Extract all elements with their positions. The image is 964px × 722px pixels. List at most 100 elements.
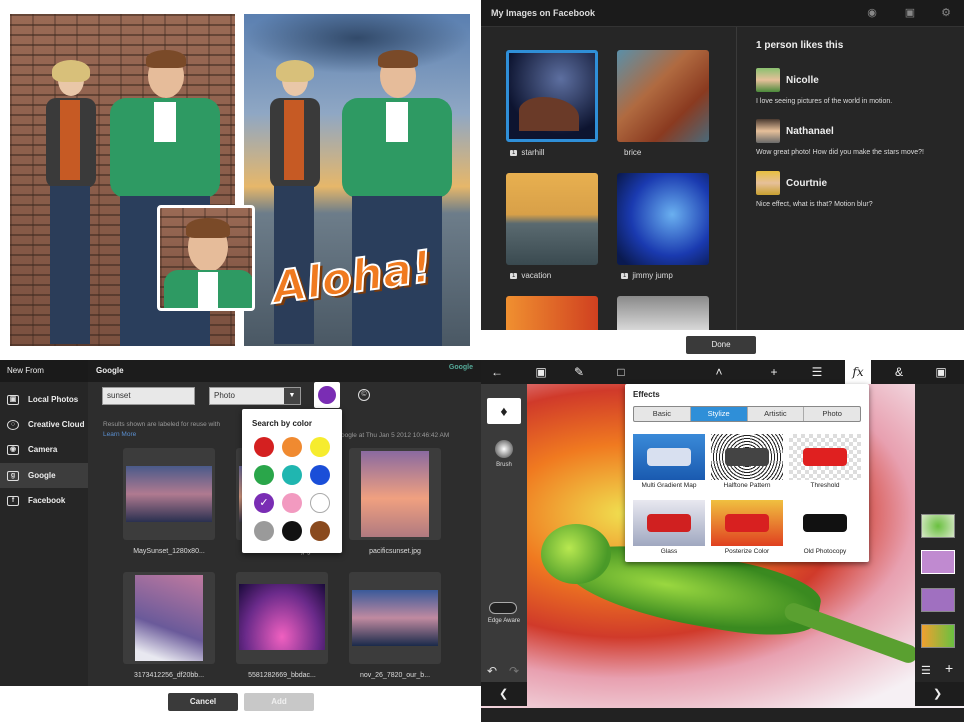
photo-thumb[interactable]: [617, 50, 709, 142]
result-thumb[interactable]: [349, 572, 441, 664]
layer-thumb[interactable]: [921, 550, 955, 574]
photo-name: vacation: [521, 271, 552, 280]
settings-icon[interactable]: ⚙: [939, 6, 953, 20]
effect-label: Threshold: [810, 482, 840, 489]
effect-thumb[interactable]: [633, 500, 705, 546]
layers-icon[interactable]: ☰: [921, 664, 931, 677]
done-button[interactable]: Done: [686, 336, 756, 354]
search-by-color-popup: Search by color ✓: [242, 409, 342, 553]
license-icon[interactable]: ©: [358, 389, 370, 401]
result-thumb[interactable]: [236, 572, 328, 664]
sidebar-item-label: Facebook: [28, 496, 66, 505]
cancel-button[interactable]: Cancel: [168, 693, 238, 711]
photo-thumb[interactable]: [506, 50, 598, 142]
photo-label: 1 jimmy jump: [621, 271, 673, 280]
type-select[interactable]: Photo ▼: [209, 387, 301, 405]
color-swatch-gray[interactable]: [254, 521, 274, 541]
effect-thumb[interactable]: [711, 500, 783, 546]
sidebar-item-creative-cloud[interactable]: ○ Creative Cloud: [0, 412, 88, 437]
pencil-icon[interactable]: ✎: [571, 364, 587, 380]
photo-thumb[interactable]: [506, 173, 598, 265]
photo-thumb[interactable]: [506, 296, 598, 330]
comment-text: I love seeing pictures of the world in m…: [756, 98, 893, 105]
brush-panel: ♦ Brush Edge Aware ↶ ↷: [481, 384, 527, 682]
dialog-footer: Cancel Add: [0, 686, 481, 722]
search-header: Google Google: [88, 360, 481, 382]
photo-name: jimmy jump: [632, 271, 673, 280]
chevron-right-icon[interactable]: ❯: [933, 687, 942, 700]
effect-thumb[interactable]: [789, 500, 861, 546]
add-icon[interactable]: +: [766, 364, 782, 380]
comment-text: Nice effect, what is that? Motion blur?: [756, 201, 873, 208]
eraser-icon: ♦: [500, 403, 508, 419]
brush-tool-button[interactable]: ♦: [487, 398, 521, 424]
color-swatch-white[interactable]: [310, 493, 330, 513]
type-select-value: Photo: [214, 391, 235, 400]
back-arrow-icon[interactable]: ←: [489, 364, 505, 380]
fx-label: fx: [852, 365, 864, 379]
color-swatch-yellow[interactable]: [310, 437, 330, 457]
sidebar-item-label: Creative Cloud: [28, 420, 85, 429]
sidebar-item-google[interactable]: g Google: [0, 463, 88, 488]
chameleon-head: [541, 524, 611, 584]
sunset-beach-photo: Aloha!: [244, 14, 470, 346]
layer-thumb[interactable]: [921, 624, 955, 648]
new-from-panel: New From ▣ Local Photos ○ Creative Cloud ◉…: [0, 360, 481, 722]
color-swatch-teal[interactable]: [282, 465, 302, 485]
add-image-icon[interactable]: ▣: [533, 364, 549, 380]
editor-toolbar: ← ▣ ✎ □ ˄ + ☰ fx & ▣: [481, 360, 964, 384]
result-thumb[interactable]: [123, 448, 215, 540]
search-title: Google: [96, 366, 124, 375]
color-swatch-green[interactable]: [254, 465, 274, 485]
color-swatch-brown[interactable]: [310, 521, 330, 541]
adjust-icon[interactable]: ☰: [809, 364, 825, 380]
photo-thumb[interactable]: [617, 173, 709, 265]
chevron-left-icon[interactable]: ❮: [499, 687, 508, 700]
tab-photo[interactable]: Photo: [804, 407, 860, 421]
chevron-up-icon[interactable]: ˄: [711, 364, 727, 380]
sidebar-item-facebook[interactable]: f Facebook: [0, 488, 88, 513]
tab-stylize[interactable]: Stylize: [690, 407, 748, 421]
ampersand-icon[interactable]: &: [891, 364, 907, 380]
add-layer-icon[interactable]: +: [945, 660, 953, 676]
comment-icon[interactable]: ◉: [865, 6, 879, 20]
effect-thumb[interactable]: [633, 434, 705, 480]
effect-thumb[interactable]: [789, 434, 861, 480]
cloud-icon: ○: [7, 419, 19, 430]
chevron-down-icon: ▼: [284, 388, 300, 404]
sidebar-item-local-photos[interactable]: ▣ Local Photos: [0, 387, 88, 412]
learn-more-link[interactable]: Learn More: [103, 431, 136, 438]
brush-size-icon[interactable]: [495, 440, 513, 458]
color-swatch-orange[interactable]: [282, 437, 302, 457]
color-swatch-blue[interactable]: [310, 465, 330, 485]
trash-icon[interactable]: ▣: [903, 6, 917, 20]
result-note: Results shown are labeled for reuse with: [103, 421, 221, 428]
effect-thumb[interactable]: [711, 434, 783, 480]
color-swatch-purple[interactable]: ✓: [254, 493, 274, 513]
color-swatch-red[interactable]: [254, 437, 274, 457]
undo-icon[interactable]: ↶: [487, 664, 497, 678]
tab-basic[interactable]: Basic: [634, 407, 691, 421]
selection-icon[interactable]: □: [613, 364, 629, 380]
edge-aware-toggle[interactable]: [489, 602, 517, 614]
layer-thumb[interactable]: [921, 588, 955, 612]
effect-label: Posterize Color: [724, 548, 770, 555]
google-logo: Google: [448, 364, 473, 371]
color-swatch-pink[interactable]: [282, 493, 302, 513]
fx-icon[interactable]: fx: [845, 360, 871, 384]
sidebar-item-camera[interactable]: ◉ Camera: [0, 437, 88, 462]
color-filter-button[interactable]: [314, 382, 340, 408]
edge-aware-label: Edge Aware: [487, 618, 521, 624]
add-button[interactable]: Add: [244, 693, 314, 711]
fullscreen-icon[interactable]: ▣: [933, 364, 949, 380]
layer-thumb[interactable]: [921, 514, 955, 538]
result-thumb[interactable]: [123, 572, 215, 664]
search-input[interactable]: sunset: [102, 387, 195, 405]
photo-thumb[interactable]: [617, 296, 709, 330]
sidebar-item-label: Google: [28, 471, 56, 480]
redo-icon[interactable]: ↷: [509, 664, 519, 678]
color-swatch-black[interactable]: [282, 521, 302, 541]
tab-artistic[interactable]: Artistic: [748, 407, 805, 421]
result-thumb[interactable]: [349, 448, 441, 540]
result-note-tail: oogle at Thu Jan 5 2012 10:46:42 AM: [341, 432, 450, 439]
